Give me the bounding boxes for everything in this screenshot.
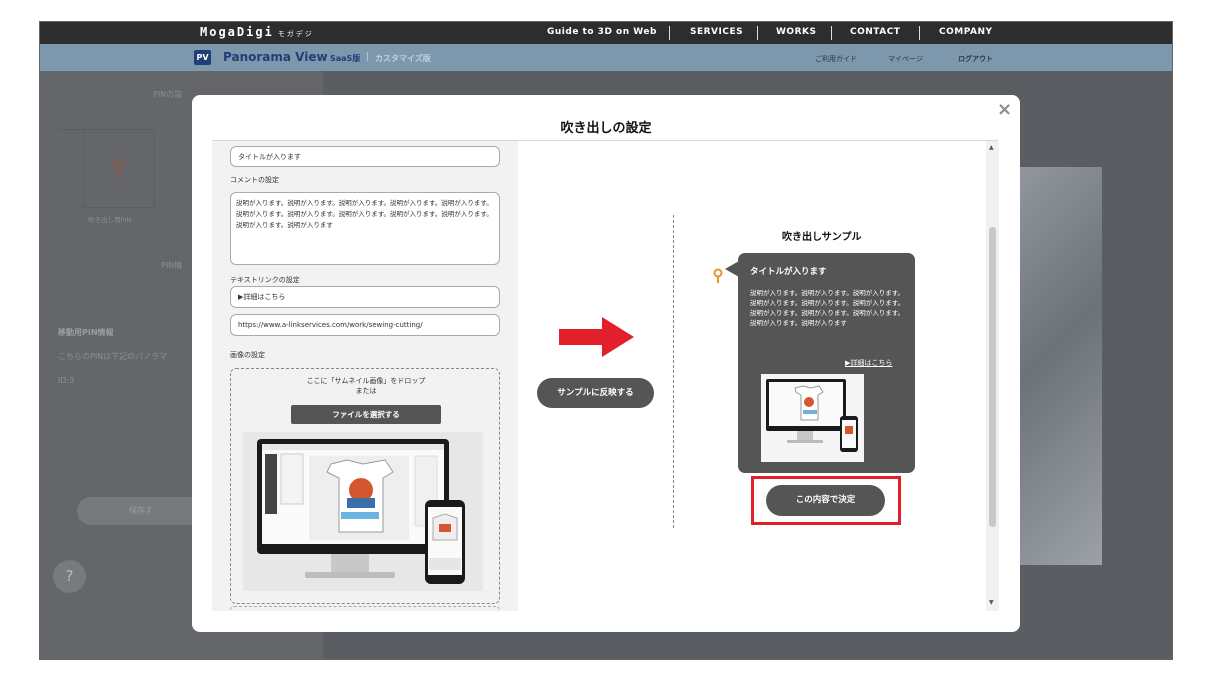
bubble-title: タイトルが入ります xyxy=(750,267,827,277)
bg-pin-thumbnail xyxy=(83,132,155,208)
logout-link[interactable]: ログアウト xyxy=(958,54,993,64)
nav-services[interactable]: SERVICES xyxy=(690,27,743,37)
scrollbar-thumb[interactable] xyxy=(989,227,996,527)
top-navigation: MogaDigi モガデジ Guide to 3D on Web SERVICES… xyxy=(40,22,1172,44)
bubble-thumbnail-image xyxy=(761,374,864,462)
dropzone-text: ここに「サムネイル画像」をドロップ または xyxy=(231,376,501,396)
nav-contact[interactable]: CONTACT xyxy=(850,27,900,37)
site-logo[interactable]: MogaDigi モガデジ xyxy=(200,25,314,39)
link-url-input[interactable]: https://www.a-linkservices.com/work/sewi… xyxy=(230,314,500,336)
custom-edition-label: カスタマイズ版 xyxy=(375,54,431,63)
edition-separator: | xyxy=(366,52,370,62)
red-arrow-icon xyxy=(559,317,634,357)
scroll-up-icon[interactable]: ▲ xyxy=(989,144,994,151)
bubble-tail xyxy=(725,261,739,277)
bg-panorama-preview xyxy=(1018,167,1102,565)
bubble-detail-link[interactable]: ▶詳細はこちら xyxy=(845,358,892,368)
nav-separator xyxy=(757,26,758,40)
nav-separator xyxy=(831,26,832,40)
settings-form[interactable]: タイトルが入ります コメントの設定 説明が入ります。説明が入ります。説明が入りま… xyxy=(212,141,518,611)
dropzone-or: または xyxy=(355,387,377,395)
bubble-body: 説明が入ります。説明が入ります。説明が入ります。説明が入ります。説明が入ります。… xyxy=(750,289,905,327)
bg-move-pin-heading: 移動用PIN情報 xyxy=(58,328,114,337)
nav-separator xyxy=(919,26,920,40)
scroll-down-icon[interactable]: ▼ xyxy=(989,599,994,606)
saas-edition-label: SaaS版 xyxy=(330,54,361,63)
close-icon[interactable]: × xyxy=(997,99,1012,120)
confirm-button[interactable]: この内容で決定 xyxy=(766,485,885,516)
bg-pin-info-heading: PIN情 xyxy=(161,261,183,270)
bg-bubble-pin-label: 吹き出し用PIN xyxy=(88,216,132,224)
sample-heading: 吹き出しサンプル xyxy=(782,232,862,243)
title-input[interactable]: タイトルが入ります xyxy=(230,146,500,167)
bg-pin-icon xyxy=(113,159,125,180)
nav-separator xyxy=(669,26,670,40)
comment-textarea[interactable]: 説明が入ります。説明が入ります。説明が入ります。説明が入ります。説明が入ります。… xyxy=(230,192,500,265)
app-header: PV Panorama View SaaS版 | カスタマイズ版 ご利用ガイド … xyxy=(40,44,1172,71)
image-dropzone[interactable]: ここに「サムネイル画像」をドロップ または ファイルを選択する xyxy=(230,368,500,604)
dropzone-instruction: ここに「サムネイル画像」をドロップ xyxy=(306,377,426,385)
bubble-settings-modal: 吹き出しの設定 × タイトルが入ります コメントの設定 説明が入ります。説明が入… xyxy=(192,95,1020,632)
bubble-image xyxy=(761,374,864,462)
nav-company[interactable]: COMPANY xyxy=(939,27,993,37)
bg-pin-id: ID:3 xyxy=(58,376,75,385)
sample-bubble: タイトルが入ります 説明が入ります。説明が入ります。説明が入ります。説明が入りま… xyxy=(738,253,915,473)
bg-move-pin-desc: こちらのPINは下記のパノラマ xyxy=(58,352,168,361)
help-icon[interactable]: ? xyxy=(53,560,86,593)
browser-viewport: MogaDigi モガデジ Guide to 3D on Web SERVICES… xyxy=(39,21,1173,660)
bg-pin-settings-heading: PINの設 xyxy=(153,90,183,99)
second-dropzone[interactable] xyxy=(230,606,500,611)
nav-works[interactable]: WORKS xyxy=(776,27,816,37)
guide-link[interactable]: ご利用ガイド xyxy=(815,54,857,64)
nav-guide[interactable]: Guide to 3D on Web xyxy=(547,27,657,37)
panel-divider xyxy=(673,215,674,528)
image-label: 画像の設定 xyxy=(230,351,265,359)
modal-title: 吹き出しの設定 xyxy=(560,121,652,136)
bg-save-button[interactable]: 保存す xyxy=(77,497,205,525)
modal-scrollbar[interactable]: ▲ ▼ xyxy=(986,141,999,611)
pv-logo-badge[interactable]: PV xyxy=(194,50,211,65)
thumbnail-preview-image xyxy=(243,432,483,591)
bg-divider xyxy=(58,129,154,130)
logo-text: MogaDigi xyxy=(200,25,274,39)
textlink-label: テキストリンクの設定 xyxy=(230,276,300,284)
map-pin-icon xyxy=(713,268,723,283)
link-text-input[interactable]: ▶詳細はこちら xyxy=(230,286,500,308)
app-title[interactable]: Panorama View xyxy=(223,50,328,64)
comment-label: コメントの設定 xyxy=(230,176,279,184)
apply-to-sample-button[interactable]: サンプルに反映する xyxy=(537,378,654,408)
mypage-link[interactable]: マイページ xyxy=(888,54,923,64)
logo-subtext: モガデジ xyxy=(277,30,314,38)
choose-file-button[interactable]: ファイルを選択する xyxy=(291,405,441,424)
